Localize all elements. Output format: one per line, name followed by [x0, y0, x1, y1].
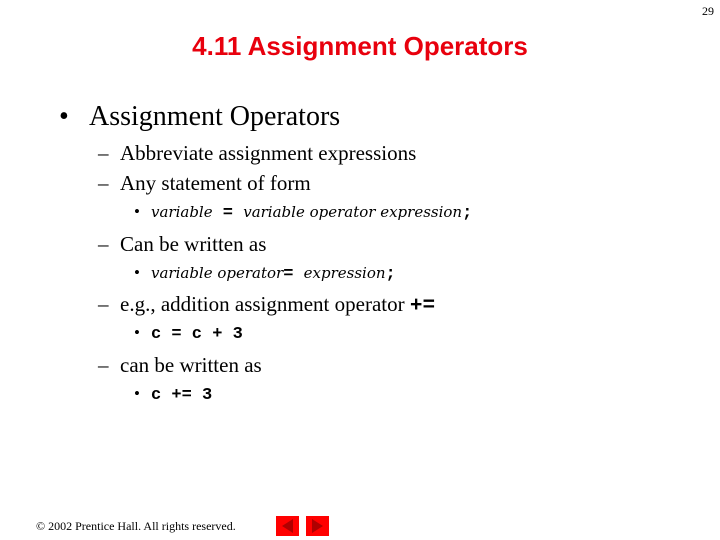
copyright-footer: © 2002 Prentice Hall. All rights reserve…: [36, 519, 236, 533]
bullet-text: e.g., addition assignment operator: [120, 292, 410, 316]
form-variable: variable: [151, 203, 213, 221]
bullet-text: Abbreviate assignment expressions: [120, 141, 417, 165]
code-text: c += 3: [151, 386, 213, 405]
sub-bullet-example: – e.g., addition assignment operator +=: [98, 292, 435, 318]
form-equals: =: [212, 204, 244, 223]
form-equals: =: [283, 265, 304, 284]
dash-marker: –: [98, 353, 109, 377]
dash-marker: –: [98, 232, 109, 256]
bullet-text: can be written as: [120, 353, 262, 377]
operator-code: +=: [409, 295, 436, 318]
form-variable-operator: variable operator: [151, 264, 284, 282]
bullet-assignment-operators: • Assignment Operators: [59, 101, 340, 133]
sub-bullet-abbreviate: – Abbreviate assignment expressions: [98, 141, 416, 166]
bullet-marker: •: [134, 263, 140, 282]
form-expression: expression: [303, 264, 386, 282]
bullet-marker: •: [134, 384, 140, 403]
sub-bullet-can-be-written: – Can be written as: [98, 232, 266, 257]
form-semicolon: ;: [385, 265, 396, 284]
bullet-text: Assignment Operators: [89, 101, 341, 132]
code-example-2: • c += 3: [134, 384, 212, 405]
dash-marker: –: [98, 292, 109, 316]
bullet-text: Any statement of form: [120, 171, 311, 195]
next-slide-button[interactable]: [306, 516, 329, 536]
dash-marker: –: [98, 141, 109, 165]
next-slide-icon: [312, 519, 323, 533]
form-expression: variable operator expression: [243, 203, 463, 221]
dash-marker: –: [98, 171, 109, 195]
code-example-1: • c = c + 3: [134, 323, 243, 344]
bullet-marker: •: [134, 323, 140, 342]
previous-slide-icon: [282, 519, 293, 533]
sub-bullet-can-be-written-2: – can be written as: [98, 353, 262, 378]
slide-number: 29: [702, 4, 714, 18]
bullet-marker: •: [134, 202, 140, 221]
sub-bullet-any-statement: – Any statement of form: [98, 171, 311, 196]
code-text: c = c + 3: [151, 325, 243, 344]
form-semicolon: ;: [462, 204, 473, 223]
slide-title: 4.11 Assignment Operators: [192, 31, 528, 61]
form-abbreviated: • variable operator= expression;: [134, 263, 396, 284]
form-general: • variable = variable operator expression…: [134, 202, 472, 223]
previous-slide-button[interactable]: [276, 516, 299, 536]
bullet-text: Can be written as: [120, 232, 267, 256]
bullet-marker: •: [59, 101, 69, 132]
